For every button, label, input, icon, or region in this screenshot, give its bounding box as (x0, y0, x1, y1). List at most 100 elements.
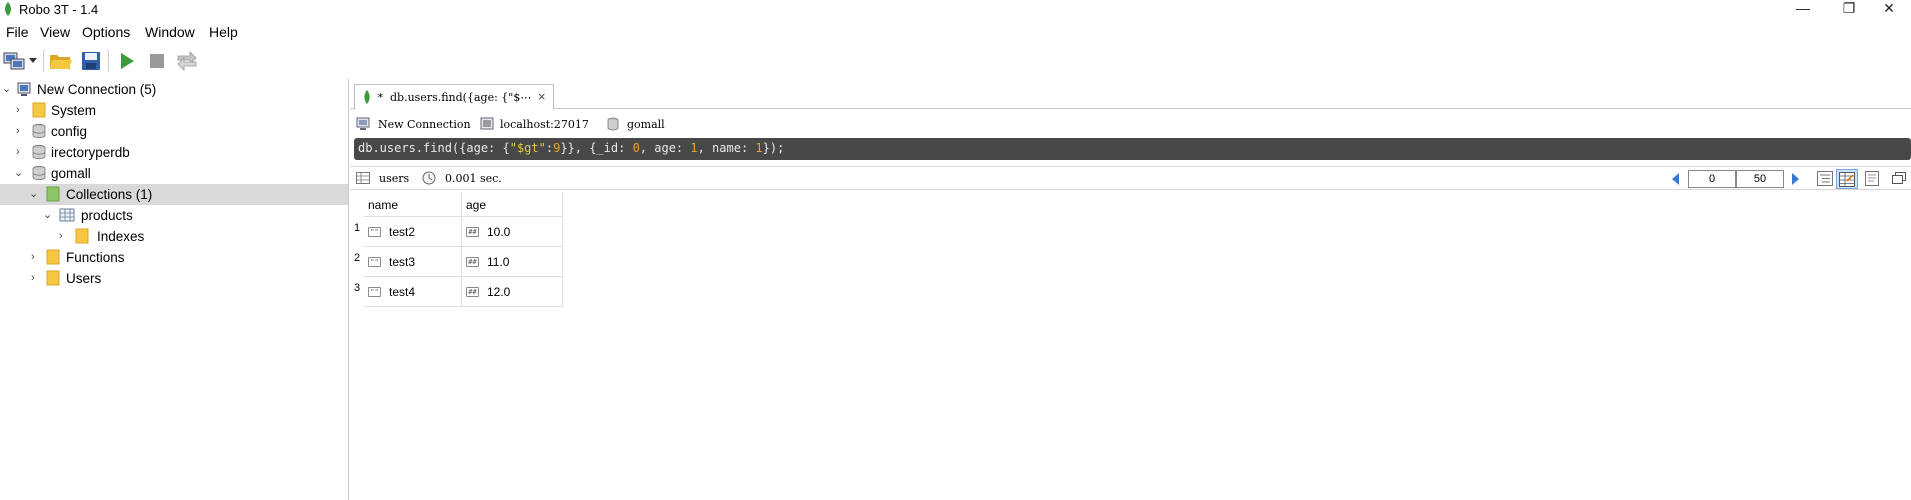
execution-time: 0.001 sec. (445, 172, 502, 185)
query-part: }}, {_id: (560, 141, 633, 155)
tree-label: Functions (66, 250, 125, 265)
tree-label: products (81, 208, 133, 223)
tab-close-icon[interactable]: × (538, 89, 546, 104)
tree-node-irectoryperdb[interactable]: › irectoryperdb (0, 142, 348, 163)
page-prev-icon[interactable] (1672, 173, 1680, 185)
number-type-icon: ## (466, 257, 479, 267)
close-window-button[interactable]: ✕ (1866, 0, 1911, 20)
text-view-icon[interactable] (1865, 171, 1879, 186)
string-type-icon: "" (368, 287, 381, 297)
tab-strip: * db.users.find({age: {"$⋯ × (350, 79, 1911, 110)
collection-table-icon (59, 208, 75, 222)
chevron-down-icon[interactable]: ⌄ (14, 166, 26, 180)
chevron-right-icon[interactable]: › (31, 250, 43, 264)
chevron-right-icon[interactable]: › (16, 145, 28, 159)
mongo-leaf-icon (364, 90, 370, 104)
query-editor[interactable]: db.users.find({age: {"$gt":9}}, {_id: 0,… (354, 138, 1911, 160)
number-type-icon: ## (466, 227, 479, 237)
table-cell-age[interactable]: ## 11.0 (462, 247, 563, 277)
query-string: "$gt" (509, 141, 546, 155)
execute-button[interactable] (114, 48, 140, 74)
string-type-icon: "" (368, 257, 381, 267)
database-icon (607, 117, 619, 131)
refresh-button[interactable] (174, 48, 200, 74)
table-cell-name[interactable]: "" test2 (364, 217, 462, 247)
chevron-down-icon[interactable]: ⌄ (29, 187, 41, 201)
tree-node-products[interactable]: ⌄ products (0, 205, 348, 226)
page-next-icon[interactable] (1791, 173, 1799, 185)
number-type-icon: ## (466, 287, 479, 297)
toolbar (0, 45, 1911, 79)
limit-input[interactable]: 50 (1736, 170, 1784, 188)
tab-query[interactable]: * db.users.find({age: {"$⋯ × (354, 84, 554, 110)
cell-value: 11.0 (487, 255, 510, 269)
cell-value: test3 (389, 255, 416, 269)
window-title: Robo 3T - 1.4 (19, 2, 99, 17)
tree-node-indexes[interactable]: › Indexes (0, 226, 348, 247)
tree-view-icon[interactable] (1817, 171, 1833, 186)
stop-button[interactable] (144, 48, 170, 74)
folder-icon (46, 249, 60, 265)
tree-label: Collections (1) (66, 187, 153, 202)
cell-value: test2 (389, 225, 416, 239)
menu-options[interactable]: Options (82, 24, 130, 40)
chevron-right-icon[interactable]: › (16, 103, 28, 117)
chevron-down-icon[interactable]: ⌄ (2, 82, 14, 96)
open-folder-icon (50, 55, 72, 69)
table-cell-name[interactable]: "" test3 (364, 247, 462, 277)
play-icon (121, 53, 134, 69)
tab-label: db.users.find({age: {"$⋯ (390, 91, 532, 104)
tree-label: Indexes (97, 229, 145, 244)
table-cell-age[interactable]: ## 10.0 (462, 217, 563, 247)
tree-connection-node[interactable]: ⌄ New Connection (5) (0, 79, 348, 100)
tree-label: gomall (51, 166, 91, 181)
tab-modified-marker: * (377, 91, 384, 104)
connection-name: New Connection (378, 118, 471, 131)
table-cell-age[interactable]: ## 12.0 (462, 277, 563, 307)
tree-node-users[interactable]: › Users (0, 268, 348, 289)
clock-icon (422, 171, 436, 185)
connect-button[interactable] (2, 48, 28, 74)
connect-dropdown-button[interactable] (26, 48, 40, 74)
menu-file[interactable]: File (6, 24, 29, 40)
connection-explorer: ⌄ New Connection (5) › System › config › (0, 79, 349, 500)
tree-label: config (51, 124, 88, 139)
query-part: : (545, 141, 554, 155)
open-button[interactable] (48, 48, 74, 74)
query-number: 0 (632, 141, 640, 155)
table-view-icon (1839, 172, 1855, 187)
cell-value: 10.0 (487, 225, 511, 239)
cell-value: 12.0 (487, 285, 511, 299)
tree-node-gomall[interactable]: ⌄ gomall (0, 163, 348, 184)
menu-window[interactable]: Window (145, 24, 195, 40)
chevron-right-icon[interactable]: › (31, 271, 43, 285)
title-bar: Robo 3T - 1.4 — ❐ ✕ (0, 0, 1911, 20)
table-view-button[interactable] (1836, 169, 1858, 189)
tree-node-functions[interactable]: › Functions (0, 247, 348, 268)
maximize-panel-icon[interactable] (1892, 172, 1906, 184)
database-icon (32, 144, 46, 160)
save-button[interactable] (78, 48, 104, 74)
save-disk-icon (82, 52, 100, 70)
column-header-age[interactable]: age (462, 192, 563, 217)
refresh-icon (177, 51, 197, 71)
chevron-right-icon[interactable]: › (59, 229, 71, 243)
dropdown-arrow-icon (29, 58, 37, 63)
row-number: 1 (353, 222, 361, 234)
column-header-name[interactable]: name (364, 192, 462, 217)
query-part: , age: (639, 141, 691, 155)
minimize-button[interactable]: — (1780, 0, 1826, 20)
query-number: 1 (690, 141, 698, 155)
menu-view[interactable]: View (40, 24, 70, 40)
chevron-right-icon[interactable]: › (16, 124, 28, 138)
table-cell-name[interactable]: "" test4 (364, 277, 462, 307)
folder-icon (32, 102, 46, 118)
menu-help[interactable]: Help (209, 24, 238, 40)
chevron-down-icon[interactable]: ⌄ (43, 208, 55, 222)
tree-label: New Connection (5) (37, 82, 157, 97)
folder-icon (46, 270, 60, 286)
skip-input[interactable]: 0 (1688, 170, 1736, 188)
tree-node-config[interactable]: › config (0, 121, 348, 142)
tree-node-system[interactable]: › System (0, 100, 348, 121)
tree-node-collections[interactable]: ⌄ Collections (1) (0, 184, 348, 205)
